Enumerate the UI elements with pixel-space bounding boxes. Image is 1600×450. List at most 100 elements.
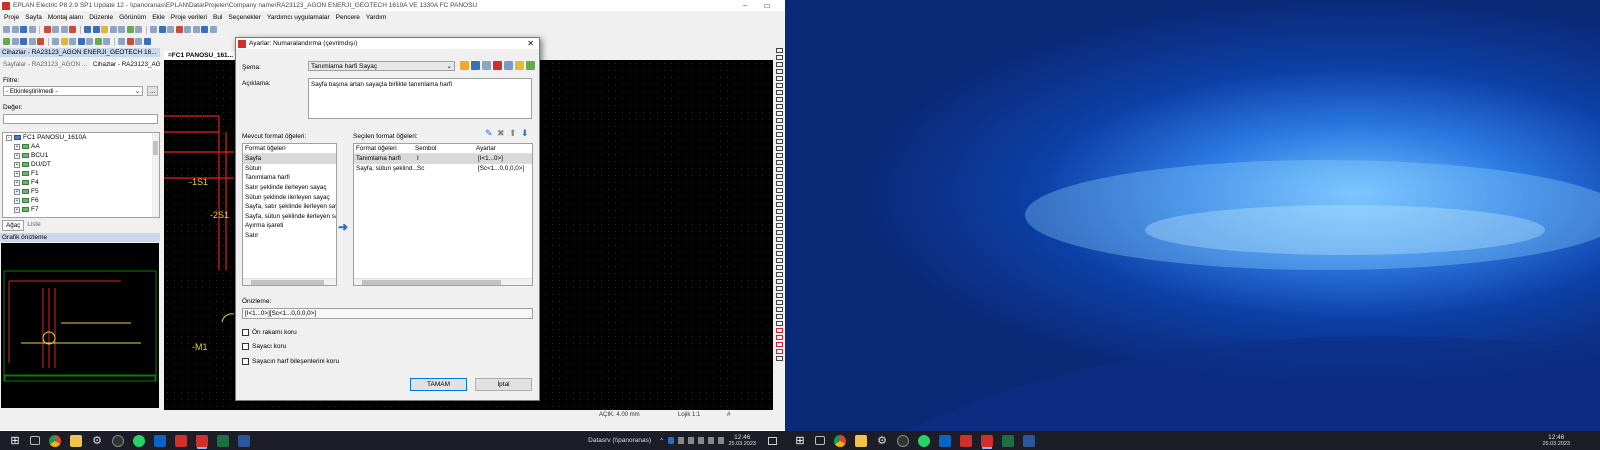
description-textarea[interactable]: Sayfa başına artan sayaçla birlikte tanı… (308, 78, 532, 119)
keep-prefix-checkbox[interactable]: Ön rakamı koru (242, 329, 297, 336)
network-drive-label[interactable]: Datasrv (\\panoranas) (588, 437, 651, 444)
tab-devices[interactable]: Cihazlar - RA23123_AGON ... (90, 60, 160, 70)
eplan-active-app-icon[interactable] (981, 434, 993, 447)
word-icon[interactable] (238, 434, 250, 447)
tool-icon[interactable] (776, 83, 783, 88)
tray-chevron-icon[interactable]: ⌃ (659, 437, 664, 445)
tool-icon[interactable] (77, 38, 85, 45)
new-schema-icon[interactable] (460, 61, 469, 70)
filter-more-button[interactable]: … (147, 86, 158, 96)
menu-proje[interactable]: Proje (4, 14, 19, 21)
list-item[interactable]: Ayırma işareti (243, 221, 336, 231)
settings-gear-icon[interactable]: ⚙ (876, 435, 888, 447)
copy-schema-icon[interactable] (482, 61, 491, 70)
tool-icon[interactable] (776, 97, 783, 102)
tool-icon[interactable] (776, 251, 783, 256)
tool-icon[interactable] (776, 146, 783, 151)
whatsapp-icon[interactable] (133, 434, 145, 447)
expand-icon[interactable]: + (14, 206, 20, 213)
tool-icon[interactable] (143, 38, 151, 45)
eplan-active-app-icon[interactable] (196, 434, 208, 447)
excel-icon[interactable] (217, 434, 229, 447)
tool-icon[interactable] (776, 202, 783, 207)
tree-item[interactable]: + AA (3, 142, 159, 151)
tool-icon[interactable] (3, 38, 10, 45)
task-view-icon[interactable] (815, 436, 825, 445)
tool-icon[interactable] (776, 244, 783, 249)
move-up-icon[interactable]: ⬆ (509, 129, 518, 138)
list-item[interactable]: Tanımlama harfi (243, 173, 336, 183)
tool-icon[interactable] (776, 349, 783, 354)
tool-icon[interactable] (776, 90, 783, 95)
move-down-icon[interactable]: ⬇ (521, 129, 530, 138)
tool-icon[interactable] (126, 26, 134, 33)
dell-icon[interactable] (112, 434, 124, 447)
tool-icon[interactable] (94, 38, 102, 45)
filter-select[interactable]: - Etkinleştirilmedi - ⌄ (3, 86, 143, 96)
selected-items-scrollbar[interactable] (354, 278, 532, 285)
menu-yardim[interactable]: Yardım (366, 14, 386, 21)
tool-icon[interactable] (776, 209, 783, 214)
tool-icon[interactable] (776, 62, 783, 67)
print-icon[interactable] (28, 26, 36, 33)
tool-icon[interactable] (175, 26, 183, 33)
tool-icon[interactable] (150, 26, 157, 33)
collapse-icon[interactable]: − (6, 134, 12, 141)
tool-icon[interactable] (776, 139, 783, 144)
tool-icon[interactable] (776, 237, 783, 242)
outlook-icon[interactable] (154, 434, 166, 447)
menu-secenekler[interactable]: Seçenekler (228, 14, 261, 21)
tree-root[interactable]: − FC1 PANOSU_1610A (3, 133, 159, 142)
copy-icon[interactable] (52, 26, 59, 33)
menu-ekle[interactable]: Ekle (152, 14, 165, 21)
tool-icon[interactable] (167, 26, 174, 33)
file-explorer-icon[interactable] (855, 434, 867, 447)
delete-icon[interactable] (69, 26, 76, 33)
tool-icon[interactable] (118, 26, 125, 33)
eplan-app-icon[interactable] (960, 434, 972, 447)
tool-icon[interactable] (184, 26, 191, 33)
tool-icon[interactable] (776, 293, 783, 298)
tool-icon[interactable] (776, 195, 783, 200)
cut-icon[interactable] (43, 26, 51, 33)
tool-icon[interactable] (192, 26, 200, 33)
save-icon[interactable] (20, 26, 27, 33)
tool-icon[interactable] (69, 38, 76, 45)
available-items-scrollbar[interactable] (243, 278, 336, 285)
selected-items-table[interactable]: Format öğeleri Sembol Ayarlar Tanımlama … (353, 143, 533, 286)
list-item[interactable]: Sütun şeklinde ilerleyen sayaç (243, 192, 336, 202)
tool-icon[interactable] (776, 174, 783, 179)
menu-duzenle[interactable]: Düzenle (89, 14, 113, 21)
settings-icon[interactable] (526, 61, 535, 70)
tool-icon[interactable] (776, 279, 783, 284)
tool-icon[interactable] (776, 223, 783, 228)
tool-icon[interactable] (776, 321, 783, 326)
tool-icon[interactable] (20, 38, 27, 45)
bluetooth-icon[interactable] (668, 437, 675, 444)
tool-icon[interactable] (776, 356, 783, 361)
tool-icon[interactable] (776, 48, 783, 53)
available-items-list[interactable]: Format öğeleri Sayfa Sütun Tanımlama har… (242, 143, 337, 286)
tool-icon[interactable] (776, 118, 783, 123)
menu-gorunum[interactable]: Görünüm (119, 14, 146, 21)
table-row[interactable]: Sayfa, sütun şeklind... Sc [Sc<1...0,0,0… (354, 164, 532, 174)
canvas-tab[interactable]: =FC1 PANOSU_161... (164, 51, 238, 60)
keep-letter-components-checkbox[interactable]: Sayacın harf bileşenlerini koru (242, 358, 339, 365)
windows-start-icon[interactable]: ⊞ (794, 435, 806, 447)
dell-icon[interactable] (897, 434, 909, 447)
list-item[interactable]: Sayfa (243, 154, 336, 164)
tool-icon[interactable] (126, 38, 134, 45)
tool-icon[interactable] (776, 153, 783, 158)
expand-icon[interactable]: + (14, 152, 20, 159)
network-icon[interactable] (708, 437, 715, 444)
tree-item[interactable]: + F4 (3, 178, 159, 187)
tool-icon[interactable] (201, 26, 208, 33)
menu-sayfa[interactable]: Sayfa (25, 14, 42, 21)
tool-icon[interactable] (776, 216, 783, 221)
tool-icon[interactable] (776, 125, 783, 130)
tool-icon[interactable] (776, 230, 783, 235)
tab-tree[interactable]: Ağaç (2, 220, 25, 231)
tray-icon[interactable] (688, 437, 695, 444)
tray-icon[interactable] (678, 437, 685, 444)
tool-icon[interactable] (118, 38, 125, 45)
